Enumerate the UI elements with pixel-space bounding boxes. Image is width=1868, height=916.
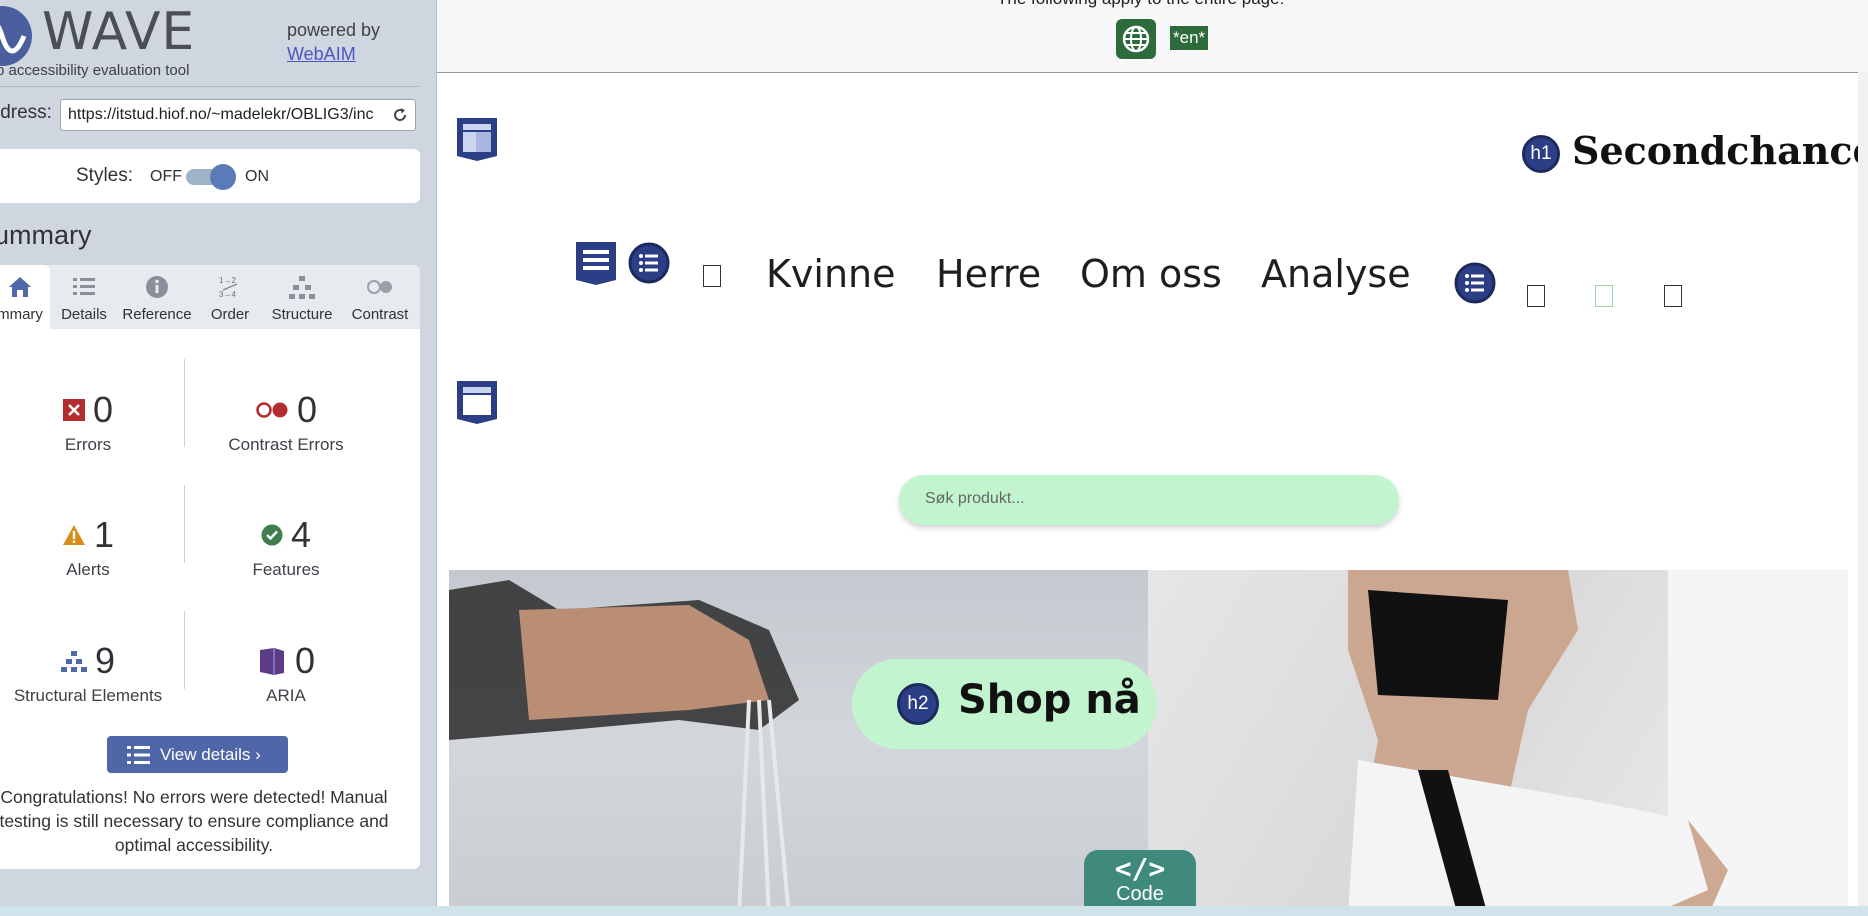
feature-icon [261, 524, 283, 546]
nav-link-kvinne[interactable]: Kvinne [766, 252, 896, 296]
styles-toggle-card: Styles: OFF ON [0, 149, 420, 203]
summary-panel: 0 Errors 0 Contrast Errors 1 Alerts 4 Fe… [0, 329, 420, 869]
nav-region-icon[interactable] [573, 240, 619, 286]
globe-icon[interactable] [1116, 19, 1156, 59]
tab-label: Reference [122, 306, 192, 323]
stat-features[interactable]: 4 Features [186, 514, 386, 580]
order-icon: 1→2 3→4 [219, 276, 238, 299]
error-icon [62, 399, 85, 421]
stat-structural-elements[interactable]: 9 Structural Elements [0, 640, 188, 706]
h2-badge[interactable]: h2 [897, 683, 939, 725]
structure-icon [60, 651, 87, 672]
aria-icon [259, 648, 284, 675]
alert-icon [62, 525, 85, 545]
stat-aria[interactable]: 0 ARIA [186, 640, 386, 706]
contrast-errors-label: Contrast Errors [228, 435, 344, 454]
shop-now-button[interactable]: h2 Shop nå [852, 659, 1157, 749]
contrast-icon [367, 280, 392, 294]
wave-tabs: mmary Details Reference 1→2 3→4 Order St… [0, 265, 420, 329]
tab-label: Contrast [351, 306, 409, 323]
powered-by-text: powered by [287, 20, 381, 40]
aria-count: 0 [294, 640, 316, 681]
code-icon: </> [1114, 852, 1166, 885]
list-icon [73, 278, 95, 295]
address-input[interactable]: https://itstud.hiof.no/~madelekr/OBLIG3/… [60, 99, 416, 131]
svg-text:1→2: 1→2 [219, 276, 236, 285]
alerts-count: 1 [93, 514, 115, 555]
code-label: Code [1116, 883, 1164, 905]
wave-logo-icon [0, 6, 32, 66]
tab-structure[interactable]: Structure [264, 265, 340, 329]
errors-count: 0 [92, 389, 114, 430]
h1-badge[interactable]: h1 [1522, 135, 1560, 173]
info-icon [146, 276, 168, 298]
structural-label: Structural Elements [13, 686, 163, 705]
styles-on-label: ON [245, 168, 269, 185]
features-count: 4 [290, 514, 312, 555]
stat-alerts[interactable]: 1 Alerts [0, 514, 188, 580]
page-preview: The following apply to the entire page: … [437, 0, 1868, 916]
missing-glyph-icon[interactable] [1595, 285, 1613, 307]
wave-logo-text: WAVE [42, 2, 196, 62]
h1-badge-label: h1 [1522, 135, 1560, 173]
aria-label: ARIA [266, 686, 306, 705]
tab-contrast[interactable]: Contrast [340, 265, 420, 329]
h2-badge-label: h2 [897, 683, 939, 725]
nav-link-herre[interactable]: Herre [936, 252, 1041, 296]
styles-label: Styles: [76, 165, 134, 186]
search-placeholder: Søk produkt... [925, 490, 1025, 507]
hero-image-right [1148, 570, 1848, 916]
view-details-button[interactable]: View details › [107, 736, 288, 773]
nav-link-om-oss[interactable]: Om oss [1080, 252, 1222, 296]
shop-now-label: Shop nå [958, 677, 1141, 723]
document-notice: The following apply to the entire page: [997, 0, 1284, 9]
search-input[interactable]: Søk produkt... [899, 475, 1399, 525]
errors-label: Errors [64, 435, 112, 454]
missing-glyph-icon[interactable] [1527, 285, 1545, 307]
site-title[interactable]: Secondchance [1572, 128, 1868, 173]
tab-label: Details [61, 306, 107, 323]
header-region-icon[interactable] [454, 116, 500, 162]
tab-reference[interactable]: Reference [118, 265, 196, 329]
address-value: https://itstud.hiof.no/~madelekr/OBLIG3/… [68, 106, 374, 123]
sidebar-divider [0, 86, 420, 87]
contrast-errors-count: 0 [296, 389, 318, 430]
wave-sidebar: WAVE b accessibility evaluation tool pow… [0, 0, 437, 916]
wave-tagline: b accessibility evaluation tool [0, 62, 190, 79]
nav-link-analyse[interactable]: Analyse [1261, 252, 1411, 296]
missing-glyph-icon[interactable] [1664, 285, 1682, 307]
alerts-label: Alerts [66, 560, 110, 579]
webaim-link[interactable]: WebAIM [287, 44, 356, 65]
structure-icon [289, 276, 315, 299]
tab-label: Order [210, 306, 250, 323]
missing-glyph-icon [703, 265, 721, 287]
summary-heading: ummary [0, 220, 92, 250]
congrats-message: Congratulations! No errors were detected… [0, 787, 389, 855]
tab-order[interactable]: 1→2 3→4 Order [196, 265, 264, 329]
unordered-list-icon[interactable] [628, 242, 670, 284]
styles-off-label: OFF [150, 168, 182, 185]
bottom-strip [0, 906, 1868, 916]
home-icon [9, 277, 31, 297]
stat-contrast-errors[interactable]: 0 Contrast Errors [186, 389, 386, 455]
unordered-list-icon[interactable] [1454, 262, 1496, 304]
features-label: Features [252, 560, 320, 579]
tab-label: Structure [271, 306, 333, 323]
language-badge[interactable]: *en* [1170, 26, 1209, 50]
svg-text:3→4: 3→4 [219, 290, 236, 299]
reload-icon[interactable] [391, 106, 409, 124]
tab-details[interactable]: Details [50, 265, 118, 329]
stat-errors[interactable]: 0 Errors [0, 389, 188, 455]
main-region-icon[interactable] [454, 379, 500, 425]
preview-scrollbar[interactable] [1858, 72, 1868, 916]
styles-toggle-knob[interactable] [210, 164, 236, 190]
address-label: ldress: [0, 102, 52, 123]
list-icon [127, 746, 150, 764]
tab-summary[interactable]: mmary [0, 265, 50, 329]
contrast-error-icon [256, 402, 288, 418]
document-notice-bar: The following apply to the entire page: … [437, 0, 1868, 73]
tab-label: mmary [0, 306, 43, 323]
structural-count: 9 [94, 640, 116, 681]
view-details-label: View details › [160, 745, 261, 764]
